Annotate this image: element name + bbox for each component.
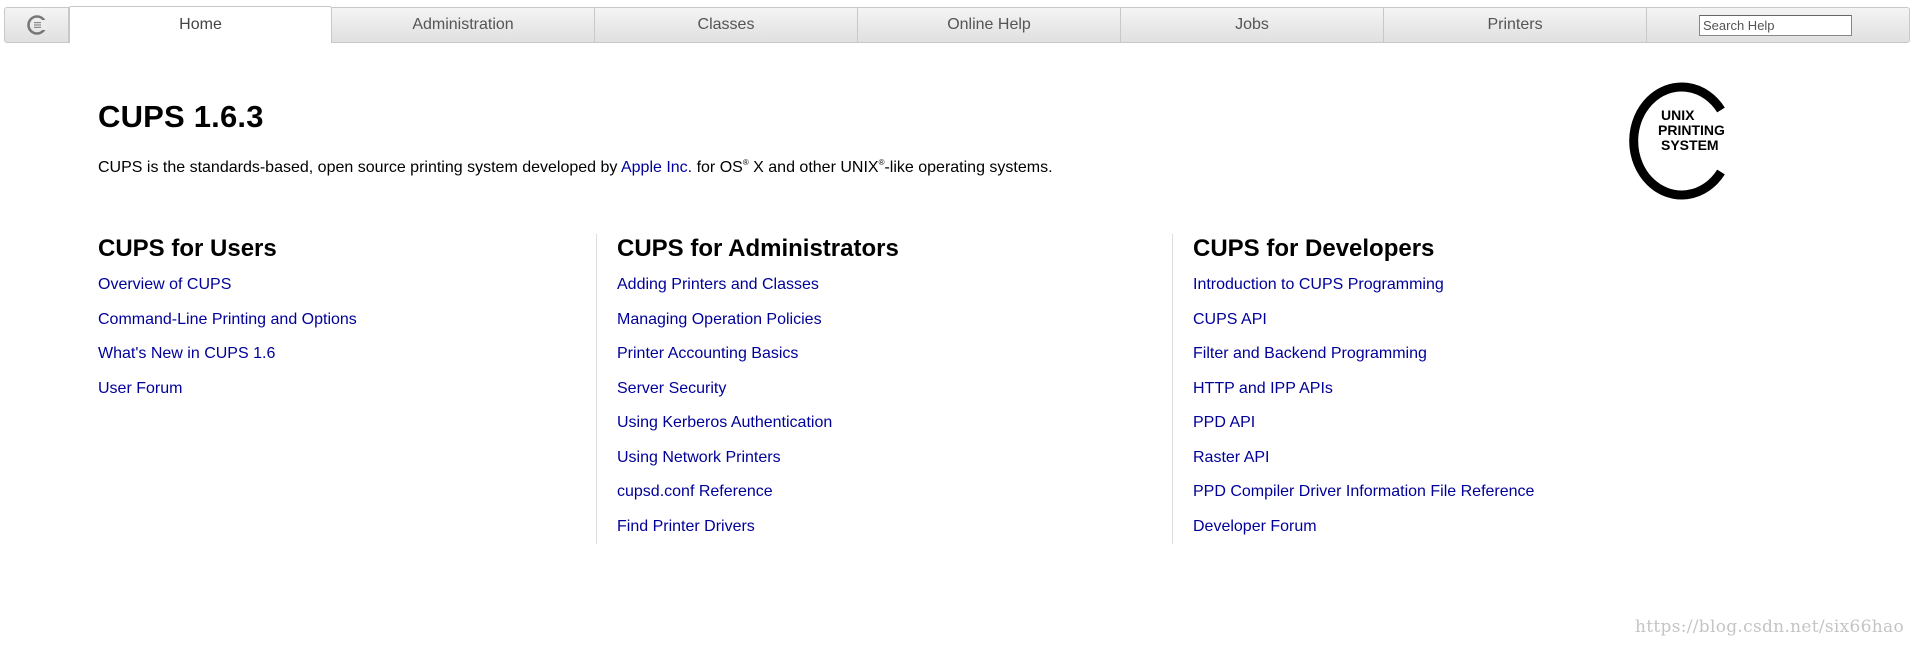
- tab-online-help[interactable]: Online Help: [858, 8, 1121, 42]
- list-item: CUPS API: [1193, 310, 1534, 345]
- logo-text: UNIX: [1661, 107, 1695, 123]
- tab-classes[interactable]: Classes: [595, 8, 858, 42]
- link-kerberos[interactable]: Using Kerberos Authentication: [617, 414, 832, 431]
- link-http-ipp-apis[interactable]: HTTP and IPP APIs: [1193, 380, 1333, 397]
- devs-column: CUPS for Developers Introduction to CUPS…: [1172, 234, 1534, 544]
- list-item: Using Kerberos Authentication: [617, 413, 899, 448]
- tab-home[interactable]: Home: [69, 6, 332, 43]
- link-user-forum[interactable]: User Forum: [98, 380, 182, 397]
- list-item: Server Security: [617, 379, 899, 414]
- list-item: Overview of CUPS: [98, 275, 357, 310]
- link-accounting-basics[interactable]: Printer Accounting Basics: [617, 345, 798, 362]
- cups-unix-printing-system-logo: UNIX PRINTING SYSTEM: [1629, 82, 1725, 200]
- link-adding-printers[interactable]: Adding Printers and Classes: [617, 276, 819, 293]
- list-item: PPD API: [1193, 413, 1534, 448]
- link-cupsd-conf[interactable]: cupsd.conf Reference: [617, 483, 773, 500]
- link-server-security[interactable]: Server Security: [617, 380, 726, 397]
- list-item: What's New in CUPS 1.6: [98, 344, 357, 379]
- link-ppd-api[interactable]: PPD API: [1193, 414, 1255, 431]
- tab-printers[interactable]: Printers: [1384, 8, 1647, 42]
- link-command-line-printing[interactable]: Command-Line Printing and Options: [98, 311, 357, 328]
- intro-text: -like operating systems.: [884, 159, 1053, 176]
- link-whats-new[interactable]: What's New in CUPS 1.6: [98, 345, 275, 362]
- users-column: CUPS for Users Overview of CUPS Command-…: [98, 234, 357, 413]
- list-item: Filter and Backend Programming: [1193, 344, 1534, 379]
- intro-text: X and other UNIX: [748, 159, 879, 176]
- link-raster-api[interactable]: Raster API: [1193, 449, 1269, 466]
- search-help-input[interactable]: [1699, 14, 1852, 36]
- intro-text: CUPS is the standards-based, open source…: [98, 159, 621, 176]
- page-title: CUPS 1.6.3: [98, 99, 264, 134]
- list-item: PPD Compiler Driver Information File Ref…: [1193, 482, 1534, 517]
- list-item: HTTP and IPP APIs: [1193, 379, 1534, 414]
- logo-text: SYSTEM: [1661, 137, 1719, 153]
- link-find-drivers[interactable]: Find Printer Drivers: [617, 518, 755, 535]
- link-operation-policies[interactable]: Managing Operation Policies: [617, 311, 822, 328]
- devs-heading: CUPS for Developers: [1193, 235, 1435, 262]
- search-cell: [1647, 8, 1909, 42]
- link-overview-of-cups[interactable]: Overview of CUPS: [98, 276, 231, 293]
- devs-link-list: Introduction to CUPS Programming CUPS AP…: [1193, 275, 1534, 551]
- list-item: Introduction to CUPS Programming: [1193, 275, 1534, 310]
- list-item: Using Network Printers: [617, 448, 899, 483]
- list-item: Adding Printers and Classes: [617, 275, 899, 310]
- list-item: cupsd.conf Reference: [617, 482, 899, 517]
- admins-column: CUPS for Administrators Adding Printers …: [596, 234, 899, 544]
- list-item: Command-Line Printing and Options: [98, 310, 357, 345]
- intro-text: for OS: [692, 159, 743, 176]
- link-intro-programming[interactable]: Introduction to CUPS Programming: [1193, 276, 1444, 293]
- list-item: Raster API: [1193, 448, 1534, 483]
- apple-inc-link[interactable]: Apple Inc.: [621, 159, 692, 176]
- watermark-text: https://blog.csdn.net/six66hao: [1635, 617, 1904, 637]
- cups-home-logo-icon[interactable]: [5, 8, 69, 42]
- list-item: Managing Operation Policies: [617, 310, 899, 345]
- admins-heading: CUPS for Administrators: [617, 235, 899, 262]
- logo-text: PRINTING: [1658, 122, 1725, 138]
- list-item: Developer Forum: [1193, 517, 1534, 552]
- tab-jobs[interactable]: Jobs: [1121, 8, 1384, 42]
- users-link-list: Overview of CUPS Command-Line Printing a…: [98, 275, 357, 413]
- admins-link-list: Adding Printers and Classes Managing Ope…: [617, 275, 899, 551]
- link-filter-backend[interactable]: Filter and Backend Programming: [1193, 345, 1427, 362]
- list-item: User Forum: [98, 379, 357, 414]
- users-heading: CUPS for Users: [98, 235, 277, 262]
- link-cups-api[interactable]: CUPS API: [1193, 311, 1267, 328]
- link-network-printers[interactable]: Using Network Printers: [617, 449, 781, 466]
- list-item: Find Printer Drivers: [617, 517, 899, 552]
- top-nav-bar: Home Administration Classes Online Help …: [4, 6, 1910, 43]
- list-item: Printer Accounting Basics: [617, 344, 899, 379]
- intro-paragraph: CUPS is the standards-based, open source…: [98, 158, 1053, 177]
- link-developer-forum[interactable]: Developer Forum: [1193, 518, 1317, 535]
- link-ppd-compiler[interactable]: PPD Compiler Driver Information File Ref…: [1193, 483, 1534, 500]
- tab-administration[interactable]: Administration: [332, 8, 595, 42]
